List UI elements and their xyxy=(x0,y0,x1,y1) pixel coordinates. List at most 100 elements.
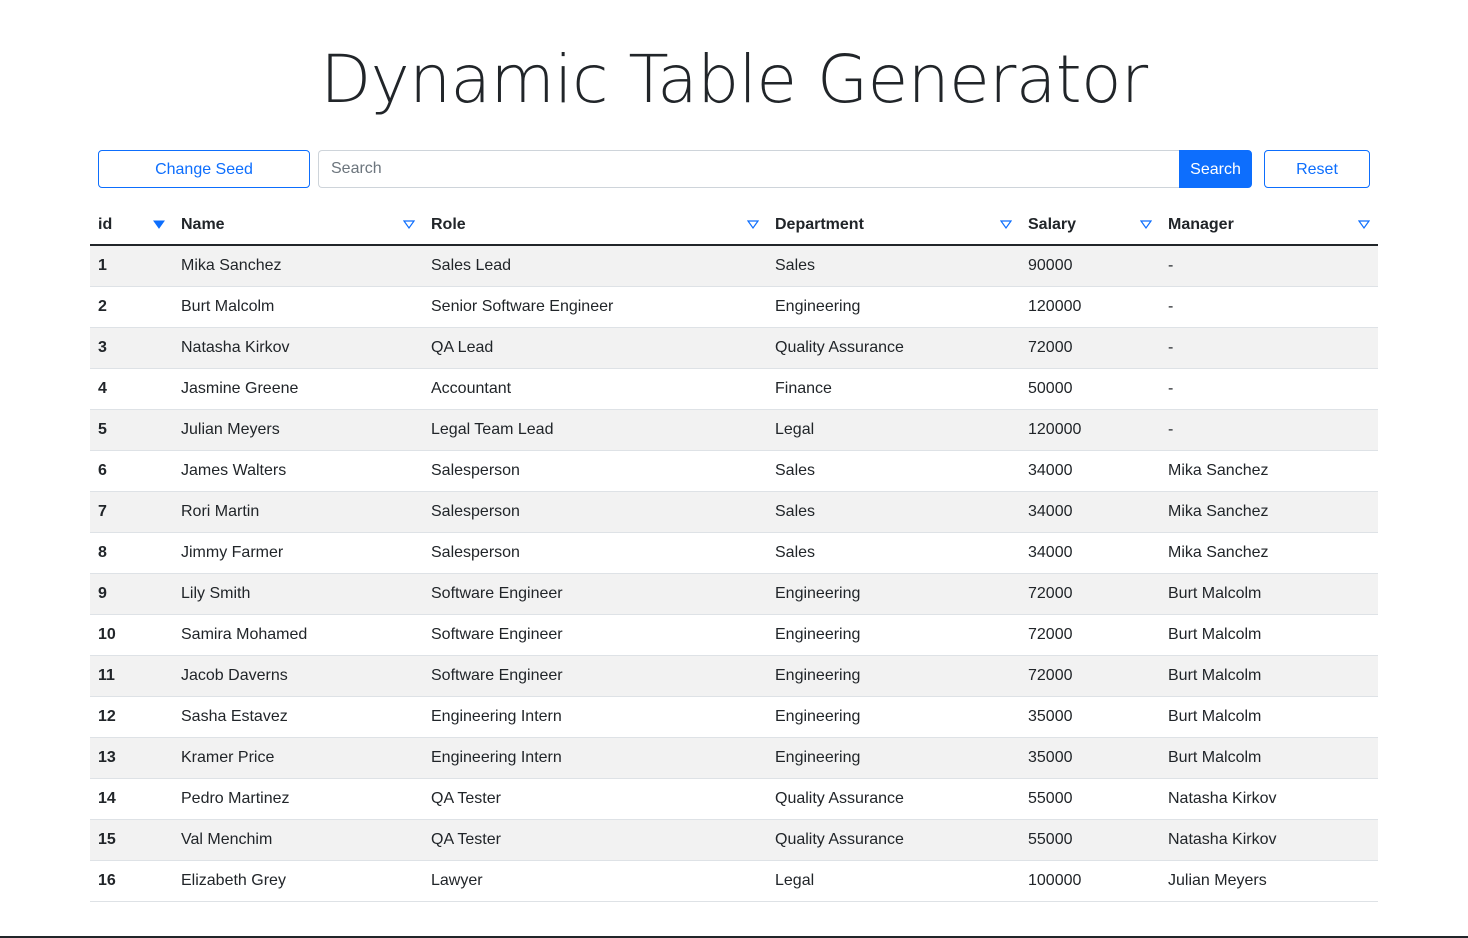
cell-id: 16 xyxy=(90,860,173,902)
cell-name: Natasha Kirkov xyxy=(173,327,423,369)
cell-salary: 72000 xyxy=(1020,327,1160,369)
cell-manager: Burt Malcolm xyxy=(1160,737,1378,779)
table-row: 7 Rori Martin Salesperson Sales 34000 Mika Sa… xyxy=(90,491,1378,533)
table-row: 16 Elizabeth Grey Lawyer Legal 100000 Julian … xyxy=(90,860,1378,902)
cell-role: Sales Lead xyxy=(423,245,767,287)
cell-id: 9 xyxy=(90,573,173,615)
caret-down-outline-icon[interactable] xyxy=(1000,220,1012,230)
cell-name: Lily Smith xyxy=(173,573,423,615)
table-row: 15 Val Menchim QA Tester Quality Assurance 5… xyxy=(90,819,1378,861)
cell-role: Engineering Intern xyxy=(423,696,767,738)
column-header-label: Name xyxy=(181,215,225,233)
search-button[interactable]: Search xyxy=(1179,150,1252,188)
cell-salary: 120000 xyxy=(1020,286,1160,328)
cell-salary: 55000 xyxy=(1020,778,1160,820)
cell-role: Salesperson xyxy=(423,532,767,574)
cell-role: Legal Team Lead xyxy=(423,409,767,451)
cell-name: Elizabeth Grey xyxy=(173,860,423,902)
cell-id: 7 xyxy=(90,491,173,533)
cell-id: 15 xyxy=(90,819,173,861)
cell-salary: 34000 xyxy=(1020,491,1160,533)
cell-department: Engineering xyxy=(767,286,1020,328)
cell-salary: 72000 xyxy=(1020,573,1160,615)
cell-name: Burt Malcolm xyxy=(173,286,423,328)
cell-name: Julian Meyers xyxy=(173,409,423,451)
cell-id: 8 xyxy=(90,532,173,574)
cell-name: Val Menchim xyxy=(173,819,423,861)
cell-role: Software Engineer xyxy=(423,614,767,656)
cell-manager: Natasha Kirkov xyxy=(1160,819,1378,861)
table-row: 12 Sasha Estavez Engineering Intern Enginee… xyxy=(90,696,1378,738)
cell-manager: - xyxy=(1160,245,1378,287)
cell-id: 2 xyxy=(90,286,173,328)
cell-role: Lawyer xyxy=(423,860,767,902)
cell-role: Senior Software Engineer xyxy=(423,286,767,328)
cell-manager: Burt Malcolm xyxy=(1160,573,1378,615)
cell-salary: 35000 xyxy=(1020,696,1160,738)
column-header-label: Salary xyxy=(1028,215,1077,233)
cell-name: James Walters xyxy=(173,450,423,492)
cell-manager: Burt Malcolm xyxy=(1160,655,1378,697)
cell-department: Sales xyxy=(767,245,1020,287)
cell-manager: Burt Malcolm xyxy=(1160,696,1378,738)
cell-name: Samira Mohamed xyxy=(173,614,423,656)
caret-down-outline-icon[interactable] xyxy=(1358,220,1370,230)
cell-id: 11 xyxy=(90,655,173,697)
cell-name: Pedro Martinez xyxy=(173,778,423,820)
table-row: 14 Pedro Martinez QA Tester Quality Assuran… xyxy=(90,778,1378,820)
search-input[interactable] xyxy=(318,150,1180,188)
table-row: 5 Julian Meyers Legal Team Lead Legal 120000… xyxy=(90,409,1378,451)
page-title: Dynamic Table Generator xyxy=(320,41,1148,118)
cell-department: Engineering xyxy=(767,655,1020,697)
column-header-department: Department xyxy=(767,205,1020,246)
cell-department: Sales xyxy=(767,450,1020,492)
cell-role: QA Tester xyxy=(423,778,767,820)
cell-department: Engineering xyxy=(767,696,1020,738)
cell-salary: 90000 xyxy=(1020,245,1160,287)
toolbar: Change Seed Search Reset xyxy=(98,150,1370,188)
reset-button[interactable]: Reset xyxy=(1264,150,1370,188)
table-row: 13 Kramer Price Engineering Intern Engineer… xyxy=(90,737,1378,779)
caret-down-outline-icon[interactable] xyxy=(1140,220,1152,230)
cell-name: Sasha Estavez xyxy=(173,696,423,738)
cell-salary: 72000 xyxy=(1020,614,1160,656)
cell-manager: - xyxy=(1160,368,1378,410)
cell-department: Finance xyxy=(767,368,1020,410)
cell-manager: - xyxy=(1160,327,1378,369)
column-header-label: id xyxy=(98,215,113,233)
cell-department: Legal xyxy=(767,409,1020,451)
column-header-label: Role xyxy=(431,215,466,233)
column-header-salary: Salary xyxy=(1020,205,1160,246)
column-header-label: Department xyxy=(775,215,864,233)
column-header-manager: Manager xyxy=(1160,205,1378,246)
cell-name: Jimmy Farmer xyxy=(173,532,423,574)
column-header-label: Manager xyxy=(1168,215,1234,233)
cell-role: Software Engineer xyxy=(423,573,767,615)
data-table: id Name Role Department Salary Manager 1… xyxy=(90,205,1378,902)
cell-id: 12 xyxy=(90,696,173,738)
cell-department: Sales xyxy=(767,491,1020,533)
cell-id: 4 xyxy=(90,368,173,410)
cell-manager: Julian Meyers xyxy=(1160,860,1378,902)
caret-down-filled-icon[interactable] xyxy=(153,220,165,230)
cell-role: Salesperson xyxy=(423,450,767,492)
cell-role: Salesperson xyxy=(423,491,767,533)
header-row: id Name Role Department Salary Manager xyxy=(90,205,1378,246)
caret-down-outline-icon[interactable] xyxy=(747,220,759,230)
cell-manager: - xyxy=(1160,286,1378,328)
cell-name: Jacob Daverns xyxy=(173,655,423,697)
cell-department: Quality Assurance xyxy=(767,819,1020,861)
table-row: 6 James Walters Salesperson Sales 34000 Mika … xyxy=(90,450,1378,492)
table-row: 8 Jimmy Farmer Salesperson Sales 34000 Mika S… xyxy=(90,532,1378,574)
table-body: 1 Mika Sanchez Sales Lead Sales 90000-2 Burt … xyxy=(90,245,1378,902)
cell-department: Quality Assurance xyxy=(767,778,1020,820)
cell-id: 10 xyxy=(90,614,173,656)
caret-down-outline-icon[interactable] xyxy=(403,220,415,230)
cell-name: Jasmine Greene xyxy=(173,368,423,410)
cell-department: Quality Assurance xyxy=(767,327,1020,369)
table-header: id Name Role Department Salary Manager xyxy=(90,205,1378,246)
cell-salary: 35000 xyxy=(1020,737,1160,779)
table-row: 2 Burt Malcolm Senior Software Engineer Eng… xyxy=(90,286,1378,328)
change-seed-button[interactable]: Change Seed xyxy=(98,150,310,188)
cell-department: Engineering xyxy=(767,737,1020,779)
